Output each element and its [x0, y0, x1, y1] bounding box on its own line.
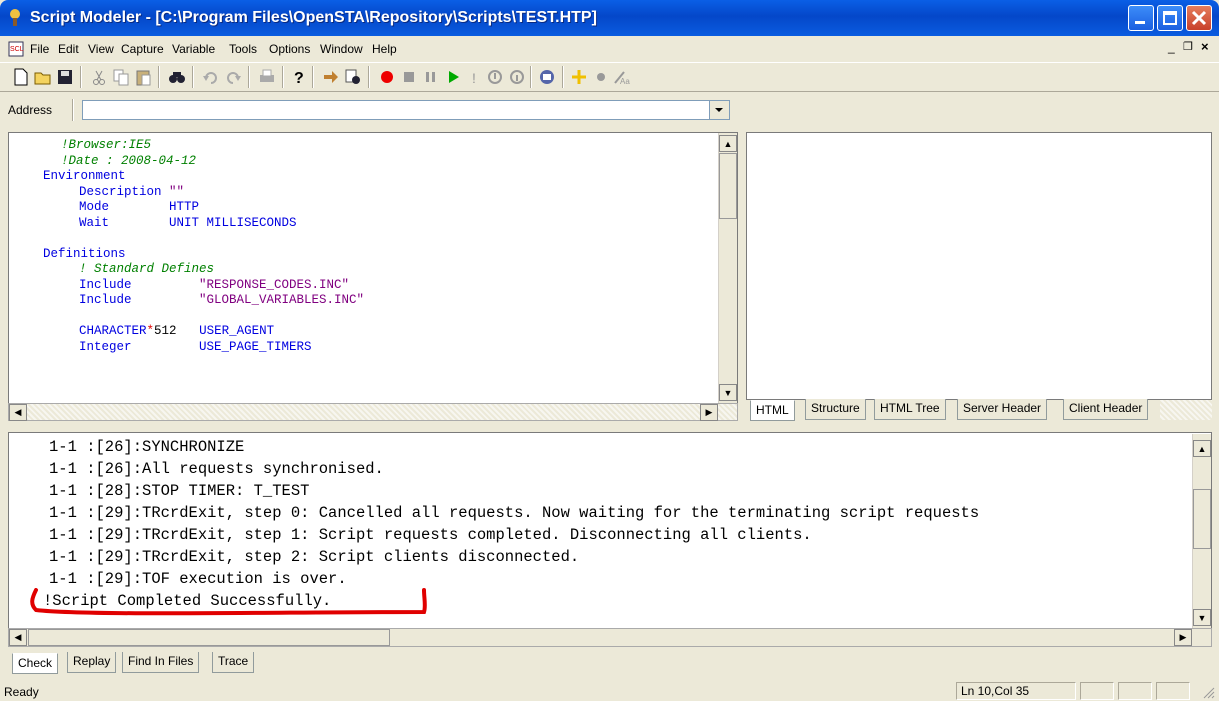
svg-text:!: !	[472, 70, 476, 86]
scroll-down-button[interactable]: ▼	[719, 384, 737, 401]
tab-find-in-files[interactable]: Find In Files	[122, 652, 200, 673]
stop-icon[interactable]	[400, 68, 418, 86]
document-icon[interactable]: SCL	[8, 41, 24, 57]
chevron-down-icon	[715, 108, 723, 112]
resize-grip-icon[interactable]	[1200, 684, 1216, 700]
editor-line: Description ""	[79, 184, 185, 199]
editor-line: Include "RESPONSE_CODES.INC"	[79, 277, 350, 292]
mdi-minimize-icon[interactable]: _	[1168, 40, 1175, 54]
editor-line: Wait UNIT MILLISECONDS	[79, 215, 297, 230]
minimize-icon	[1135, 21, 1145, 24]
record-icon[interactable]	[378, 68, 396, 86]
open-icon[interactable]	[34, 68, 52, 86]
html-preview-pane[interactable]	[746, 132, 1212, 400]
paste-icon[interactable]	[134, 68, 152, 86]
new-icon[interactable]	[12, 68, 30, 86]
svg-text:Aa: Aa	[620, 77, 630, 86]
output-line: 1-1 :[29]:TRcrdExit, step 1: Script requ…	[49, 526, 812, 544]
add-icon[interactable]	[570, 68, 588, 86]
tab-replay[interactable]: Replay	[67, 652, 117, 673]
close-button[interactable]	[1186, 5, 1212, 31]
step-in-icon[interactable]	[486, 68, 504, 86]
tab-trace[interactable]: Trace	[212, 652, 255, 673]
editor-line: ! Standard Defines	[79, 262, 215, 276]
output-scroll-thumb[interactable]	[1193, 489, 1211, 549]
editor-line: !Date : 2008-04-12	[61, 153, 197, 168]
output-scroll-right-button[interactable]: ▶	[1174, 629, 1192, 646]
tab-check[interactable]: Check	[12, 653, 59, 674]
scroll-left-button[interactable]: ◀	[9, 404, 27, 421]
menu-file[interactable]: File	[30, 42, 49, 56]
output-scroll-down-button[interactable]: ▼	[1193, 609, 1211, 626]
find-icon[interactable]	[168, 68, 186, 86]
cut-icon[interactable]	[90, 68, 108, 86]
highlight-annotation	[30, 588, 427, 616]
menu-window[interactable]: Window	[320, 42, 363, 56]
address-input[interactable]	[82, 100, 710, 120]
play-icon[interactable]	[444, 68, 462, 86]
menu-edit[interactable]: Edit	[58, 42, 79, 56]
editor-scroll-thumb[interactable]	[719, 153, 737, 219]
binoculars-icon[interactable]	[344, 68, 362, 86]
tab-html[interactable]: HTML	[750, 400, 795, 421]
output-scroll-left-button[interactable]: ◀	[9, 629, 27, 646]
editor-line: Mode HTTP	[79, 200, 200, 214]
menu-view[interactable]: View	[88, 42, 114, 56]
editor-horizontal-scrollbar[interactable]	[8, 403, 738, 421]
help-icon[interactable]: ?	[290, 68, 308, 86]
pause-icon[interactable]	[422, 68, 440, 86]
editor-line: Environment	[43, 169, 126, 183]
output-line: 1-1 :[28]:STOP TIMER: T_TEST	[49, 482, 310, 500]
tab-client-header[interactable]: Client Header	[1063, 399, 1149, 420]
copy-icon[interactable]	[112, 68, 130, 86]
editor-line: !Browser:IE5	[61, 138, 152, 152]
close-icon	[1191, 10, 1207, 26]
scroll-right-button[interactable]: ▶	[700, 404, 718, 421]
output-line: 1-1 :[26]:All requests synchronised.	[49, 460, 384, 478]
menu-options[interactable]: Options	[269, 42, 310, 56]
tab-structure[interactable]: Structure	[805, 399, 866, 420]
cursor-position: Ln 10,Col 35	[956, 682, 1076, 700]
output-line: 1-1 :[29]:TRcrdExit, step 2: Script clie…	[49, 548, 580, 566]
step-out-icon[interactable]	[508, 68, 526, 86]
script-editor[interactable]: !Browser:IE5 !Date : 2008-04-12 Environmen…	[8, 132, 738, 420]
output-line: 1-1 :[26]:SYNCHRONIZE	[49, 438, 245, 456]
status-text: Ready	[4, 685, 39, 699]
output-line: 1-1 :[29]:TOF execution is over.	[49, 570, 347, 588]
minimize-button[interactable]	[1128, 5, 1154, 31]
menu-capture[interactable]: Capture	[121, 42, 164, 56]
exclamation-icon[interactable]: !	[466, 68, 484, 86]
maximize-button[interactable]	[1157, 5, 1183, 31]
editor-line: Integer USE_PAGE_TIMERS	[79, 339, 312, 354]
editor-line: Definitions	[43, 246, 126, 261]
mdi-close-icon[interactable]: ×	[1201, 39, 1209, 54]
compile-icon[interactable]	[538, 68, 556, 86]
maximize-icon	[1163, 11, 1177, 25]
window-title: Script Modeler - [C:\Program Files\OpenS…	[30, 9, 597, 26]
tab-server-header[interactable]: Server Header	[957, 399, 1048, 420]
menu-help[interactable]: Help	[372, 42, 397, 56]
address-dropdown[interactable]	[710, 100, 730, 120]
scroll-up-button[interactable]: ▲	[719, 135, 737, 152]
dot-icon[interactable]	[592, 68, 610, 86]
address-label: Address	[8, 103, 53, 117]
redo-icon[interactable]	[224, 68, 242, 86]
menu-variable[interactable]: Variable	[172, 42, 215, 56]
output-line: 1-1 :[29]:TRcrdExit, step 0: Cancelled a…	[49, 504, 980, 522]
editor-line: CHARACTER*512 USER_AGENT	[79, 324, 275, 338]
mdi-restore-icon[interactable]: ❐	[1183, 40, 1193, 53]
wizard-icon[interactable]: Aa	[612, 68, 630, 86]
app-icon	[10, 9, 20, 26]
svg-text:?: ?	[294, 70, 304, 86]
undo-icon[interactable]	[202, 68, 220, 86]
arrow-icon[interactable]	[322, 68, 340, 86]
output-hscroll-thumb[interactable]	[28, 629, 390, 646]
editor-line: Include "GLOBAL_VARIABLES.INC"	[79, 293, 365, 307]
svg-text:SCL: SCL	[10, 46, 24, 53]
save-icon[interactable]	[56, 68, 74, 86]
output-scroll-up-button[interactable]: ▲	[1193, 440, 1211, 457]
tab-html-tree[interactable]: HTML Tree	[874, 399, 946, 420]
print-icon[interactable]	[258, 68, 276, 86]
menu-tools[interactable]: Tools	[229, 42, 257, 56]
